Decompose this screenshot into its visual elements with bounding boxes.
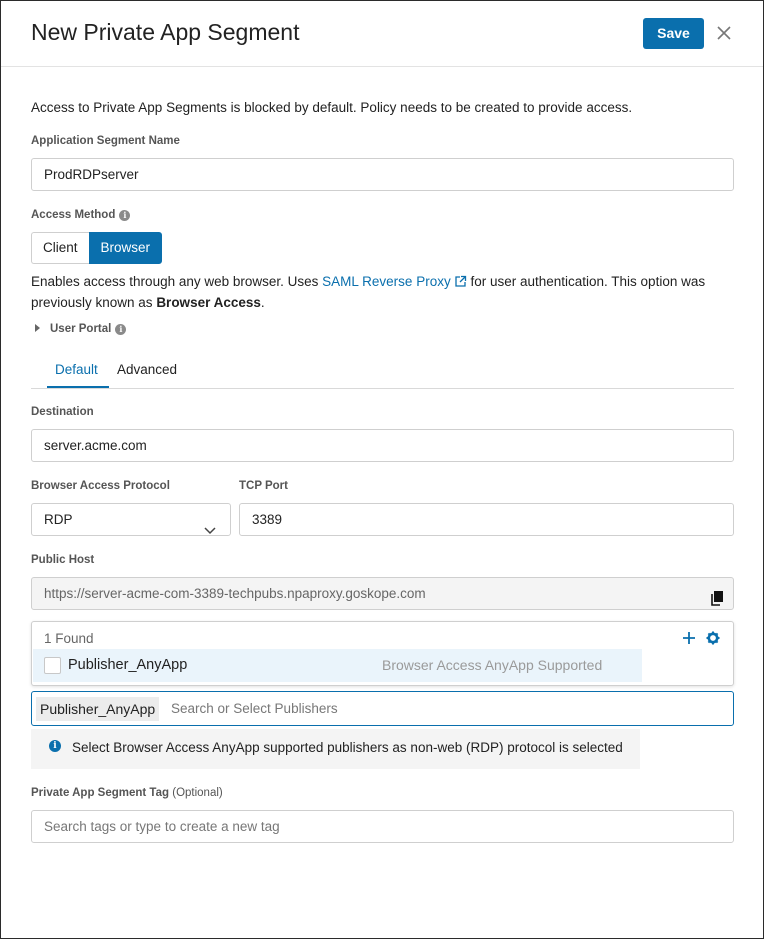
info-icon[interactable]: i xyxy=(115,324,127,335)
publisher-select-input[interactable]: Publisher_AnyApp Search or Select Publis… xyxy=(31,691,734,726)
tcp-port-label: TCP Port xyxy=(239,480,288,492)
access-method-client-button[interactable]: Client xyxy=(31,232,89,264)
gear-icon[interactable] xyxy=(706,631,720,650)
external-link-icon[interactable] xyxy=(454,275,467,291)
active-tab-indicator xyxy=(47,386,109,388)
tcp-port-input[interactable]: 3389 xyxy=(239,503,734,536)
protocol-value: RDP xyxy=(44,512,73,527)
protocol-label: Browser Access Protocol xyxy=(31,480,170,492)
access-method-browser-button[interactable]: Browser xyxy=(88,232,163,264)
saml-reverse-proxy-link[interactable]: SAML Reverse Proxy xyxy=(322,274,451,289)
tab-advanced[interactable]: Advanced xyxy=(117,362,177,377)
browser-description-text: for user authentication. This option was xyxy=(466,274,706,289)
add-icon[interactable] xyxy=(682,631,696,650)
destination-input[interactable]: server.acme.com xyxy=(31,429,734,462)
dialog-header: New Private App Segment Save xyxy=(1,1,763,67)
browser-description-text: previously known as xyxy=(31,295,157,310)
tab-default[interactable]: Default xyxy=(55,362,98,377)
save-button[interactable]: Save xyxy=(643,18,704,49)
public-host-field: https://server-acme-com-3389-techpubs.np… xyxy=(31,577,734,610)
public-host-value: https://server-acme-com-3389-techpubs.np… xyxy=(44,586,426,601)
new-private-app-segment-dialog: New Private App Segment Save Access to P… xyxy=(0,0,764,939)
publisher-checkbox[interactable] xyxy=(44,657,61,674)
browser-description-line2: previously known as Browser Access. xyxy=(31,295,265,310)
public-host-label: Public Host xyxy=(31,554,95,566)
access-method-label: Access Method i xyxy=(31,209,131,221)
list-item[interactable]: Publisher_AnyApp Browser Access AnyApp S… xyxy=(33,649,642,682)
publisher-note: Browser Access AnyApp Supported xyxy=(382,657,603,673)
found-count: 1 Found xyxy=(44,631,94,646)
browser-description-text: Enables access through any web browser. … xyxy=(31,274,323,289)
publisher-search-placeholder: Search or Select Publishers xyxy=(171,701,338,716)
caret-right-icon[interactable] xyxy=(35,324,40,332)
tag-label: Private App Segment Tag (Optional) xyxy=(31,787,223,799)
browser-access-bold-text: Browser Access xyxy=(156,295,261,310)
publisher-dropdown: 1 Found Publisher_AnyApp Browser Access … xyxy=(31,621,734,686)
segment-name-label: Application Segment Name xyxy=(31,135,180,147)
close-icon[interactable] xyxy=(714,23,734,43)
tag-input[interactable]: Search tags or type to create a new tag xyxy=(31,810,734,843)
publisher-info-message: i Select Browser Access AnyApp supported… xyxy=(31,729,640,769)
destination-label: Destination xyxy=(31,406,94,418)
publisher-name: Publisher_AnyApp xyxy=(68,657,188,673)
intro-text: Access to Private App Segments is blocke… xyxy=(31,100,633,115)
protocol-select[interactable]: RDP xyxy=(31,503,231,536)
chevron-down-icon[interactable] xyxy=(204,515,216,535)
user-portal-label: User Portal xyxy=(50,323,112,335)
publisher-info-text: Select Browser Access AnyApp supported p… xyxy=(72,740,623,755)
info-icon[interactable]: i xyxy=(119,210,131,221)
browser-description-text: . xyxy=(260,295,265,310)
dialog-title: New Private App Segment xyxy=(31,19,300,45)
info-icon: i xyxy=(49,740,61,752)
tag-label-text: Private App Segment Tag xyxy=(31,787,170,799)
browser-description-line1: Enables access through any web browser. … xyxy=(31,274,705,291)
copy-icon[interactable] xyxy=(711,586,723,609)
user-portal-toggle[interactable]: User Portal i xyxy=(35,323,127,335)
tabs-divider xyxy=(31,388,734,389)
access-method-label-text: Access Method xyxy=(31,209,116,221)
tag-optional-text: (Optional) xyxy=(172,787,223,799)
tag-placeholder: Search tags or type to create a new tag xyxy=(44,819,280,834)
segment-name-input[interactable]: ProdRDPserver xyxy=(31,158,734,191)
access-method-toggle: Client Browser xyxy=(31,232,163,264)
publisher-chip[interactable]: Publisher_AnyApp xyxy=(36,697,160,721)
